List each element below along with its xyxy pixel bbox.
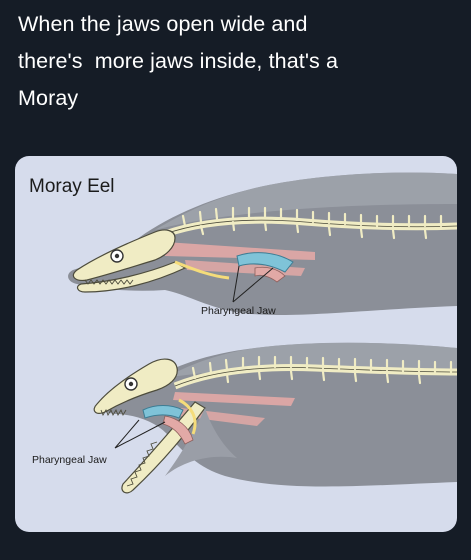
bottom-eel — [93, 342, 457, 494]
pharyngeal-jaw-label-top: Pharyngeal Jaw — [201, 305, 276, 317]
top-eel — [68, 172, 457, 316]
caption-line-1: When the jaws open wide and — [18, 12, 308, 36]
figure-title: Moray Eel — [29, 176, 115, 197]
caption-line-2: there's more jaws inside, that's a — [18, 49, 339, 73]
pharyngeal-jaw-label-bottom: Pharyngeal Jaw — [32, 454, 107, 466]
caption-line-3: Moray — [18, 86, 79, 110]
eel-skeleton-illustration — [68, 172, 457, 494]
meme-caption: When the jaws open wide and there's more… — [18, 6, 458, 117]
moray-eel-figure: Moray Eel Pharyngeal Jaw Pharyngeal Jaw — [15, 156, 457, 532]
